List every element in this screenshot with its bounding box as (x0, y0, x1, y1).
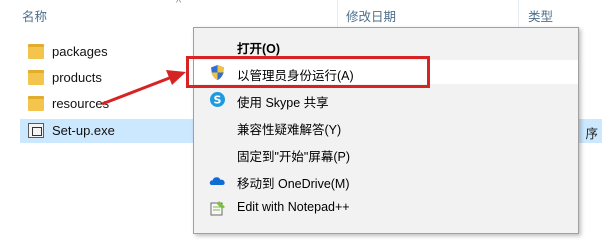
menu-item-open[interactable]: 打开(O) (194, 33, 578, 57)
sort-up-icon: ^ (176, 0, 182, 9)
file-name: resources (52, 96, 110, 111)
exe-icon (28, 123, 44, 138)
menu-item-label: 打开(O) (237, 42, 281, 56)
notepadpp-icon (209, 199, 226, 216)
menu-item-edit-notepadpp[interactable]: Edit with Notepad++ (194, 195, 578, 219)
menu-item-label: 移动到 OneDrive(M) (237, 177, 350, 191)
file-type: 序 (585, 127, 598, 141)
menu-item-compat-troubleshoot[interactable]: 兼容性疑难解答(Y) (194, 114, 578, 138)
menu-item-label: Edit with Notepad++ (237, 200, 350, 214)
onedrive-icon (209, 172, 226, 189)
menu-item-label: 使用 Skype 共享 (237, 96, 329, 110)
svg-text:S: S (214, 94, 222, 107)
file-name: packages (52, 44, 108, 59)
menu-item-label: 兼容性疑难解答(Y) (237, 123, 342, 137)
folder-icon (28, 44, 44, 59)
column-divider[interactable] (518, 0, 519, 28)
column-name[interactable]: 名称 (22, 6, 47, 25)
column-modified[interactable]: 修改日期 (346, 6, 396, 25)
folder-icon (28, 70, 44, 85)
annotation-highlight-box (186, 56, 430, 88)
menu-item-skype-share[interactable]: S 使用 Skype 共享 (194, 87, 578, 111)
folder-icon (28, 96, 44, 111)
column-divider[interactable] (337, 0, 338, 28)
file-name: Set-up.exe (52, 123, 115, 138)
file-name: products (52, 70, 102, 85)
skype-icon: S (209, 91, 226, 108)
menu-item-label: 固定到"开始"屏幕(P) (237, 150, 351, 164)
menu-item-pin-to-start[interactable]: 固定到"开始"屏幕(P) (194, 141, 578, 165)
column-header: 名称 ^ 修改日期 类型 (0, 0, 602, 28)
column-type[interactable]: 类型 (528, 6, 553, 25)
menu-item-move-to-onedrive[interactable]: 移动到 OneDrive(M) (194, 168, 578, 192)
